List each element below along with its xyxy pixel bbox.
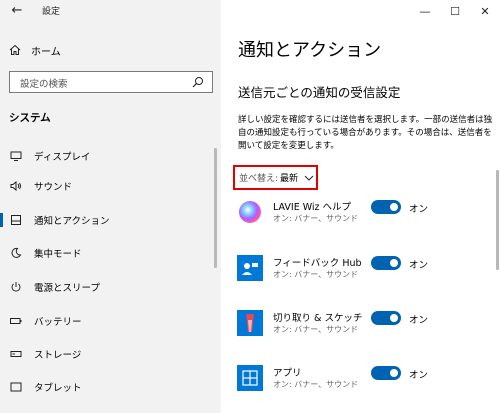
sort-dropdown[interactable]: 並べ替え: 最新	[233, 165, 318, 190]
sidebar-item-label: ディスプレイ	[34, 152, 91, 163]
sidebar-scrollbar[interactable]	[214, 148, 217, 268]
home-icon	[9, 44, 21, 55]
app-notification-summary: オン: バナー、サウンド	[273, 380, 359, 389]
notification-toggle[interactable]	[371, 256, 401, 270]
window-title: 設定	[42, 7, 61, 17]
notification-toggle[interactable]	[371, 200, 401, 214]
sidebar-item-battery[interactable]: バッテリー	[0, 307, 221, 335]
toggle-label: オン	[409, 370, 429, 381]
app-name: フィードバック Hub	[273, 258, 362, 269]
maximize-icon: ☐	[450, 4, 460, 18]
toggle-label: オン	[409, 260, 429, 271]
app-row-apps[interactable]: アプリ オン: バナー、サウンド オン	[237, 359, 492, 399]
app-notification-summary: オン: バナー、サウンド	[273, 270, 359, 279]
toggle-label: オン	[409, 204, 429, 215]
maximize-button[interactable]: ☐	[440, 0, 470, 22]
battery-icon	[10, 315, 22, 327]
close-button[interactable]: ✕	[470, 0, 500, 22]
chevron-down-icon	[304, 175, 314, 181]
sidebar-item-label: バッテリー	[34, 317, 82, 328]
sidebar-item-sound[interactable]: サウンド	[0, 172, 221, 200]
snip-sketch-icon	[237, 310, 263, 336]
moon-icon	[10, 247, 22, 259]
back-arrow-icon: ←	[11, 3, 23, 18]
close-icon: ✕	[480, 4, 490, 18]
app-name: 切り取り & スケッチ	[273, 313, 363, 324]
app-notification-summary: オン: バナー、サウンド	[273, 325, 359, 334]
notification-icon	[10, 214, 22, 226]
sidebar-item-label: 通知とアクション	[34, 216, 110, 227]
sidebar-item-focus-assist[interactable]: 集中モード	[0, 239, 221, 267]
lavie-wiz-icon	[237, 199, 263, 225]
sidebar-item-label: タブレット	[34, 383, 82, 394]
tablet-icon	[10, 381, 22, 393]
content-scrollbar[interactable]	[496, 170, 499, 270]
sidebar-item-label: 集中モード	[34, 249, 82, 260]
app-name: アプリ	[273, 368, 302, 379]
minimize-icon: —	[419, 4, 431, 18]
display-icon	[10, 150, 22, 162]
section-subtitle: 送信元ごとの通知の受信設定	[238, 85, 401, 100]
section-description: 詳しい設定を確認するには送信者を選択します。一部の送信者は独自の通知設定も行って…	[238, 115, 493, 151]
toggle-label: オン	[409, 315, 429, 326]
app-row-snip-sketch[interactable]: 切り取り & スケッチ オン: バナー、サウンド オン	[237, 304, 492, 344]
feedback-hub-icon	[237, 255, 263, 281]
sidebar-item-power-sleep[interactable]: 電源とスリープ	[0, 273, 221, 301]
home-label: ホーム	[31, 46, 61, 58]
app-row-feedback-hub[interactable]: フィードバック Hub オン: バナー、サウンド オン	[237, 249, 492, 289]
app-notification-summary: オン: バナー、サウンド	[273, 214, 359, 223]
search-input[interactable]: 設定の検索	[9, 71, 213, 93]
page-title: 通知とアクション	[238, 40, 382, 61]
sort-label: 並べ替え:	[239, 174, 279, 184]
sidebar-item-label: 電源とスリープ	[34, 283, 100, 294]
sidebar-section-title: システム	[9, 112, 51, 124]
notification-toggle[interactable]	[371, 311, 401, 325]
search-icon	[192, 77, 203, 88]
power-icon	[10, 281, 22, 293]
notification-toggle[interactable]	[371, 366, 401, 380]
home-link[interactable]: ホーム	[9, 42, 61, 58]
search-placeholder: 設定の検索	[20, 79, 68, 90]
sidebar: ← 設定 ホーム 設定の検索 システム ディスプレイ サウンド 通知とアクション	[0, 0, 221, 413]
sidebar-item-storage[interactable]: ストレージ	[0, 340, 221, 368]
main-content: — ☐ ✕ 通知とアクション 送信元ごとの通知の受信設定 詳しい設定を確認するに…	[221, 0, 500, 413]
sidebar-item-label: サウンド	[34, 182, 73, 193]
sidebar-item-tablet[interactable]: タブレット	[0, 373, 221, 401]
sidebar-item-label: ストレージ	[34, 350, 82, 361]
sidebar-item-display[interactable]: ディスプレイ	[0, 142, 221, 170]
app-row-lavie-wiz[interactable]: LAVIE Wiz ヘルプ オン: バナー、サウンド オン	[237, 193, 492, 233]
back-button[interactable]: ←	[6, 2, 28, 20]
sidebar-item-notifications[interactable]: 通知とアクション	[0, 206, 221, 234]
minimize-button[interactable]: —	[410, 0, 440, 22]
window-controls: — ☐ ✕	[410, 0, 500, 22]
sort-value: 最新	[280, 174, 299, 184]
app-name: LAVIE Wiz ヘルプ	[273, 202, 352, 213]
apps-icon	[237, 365, 263, 391]
storage-icon	[10, 348, 22, 360]
speaker-icon	[10, 180, 22, 192]
